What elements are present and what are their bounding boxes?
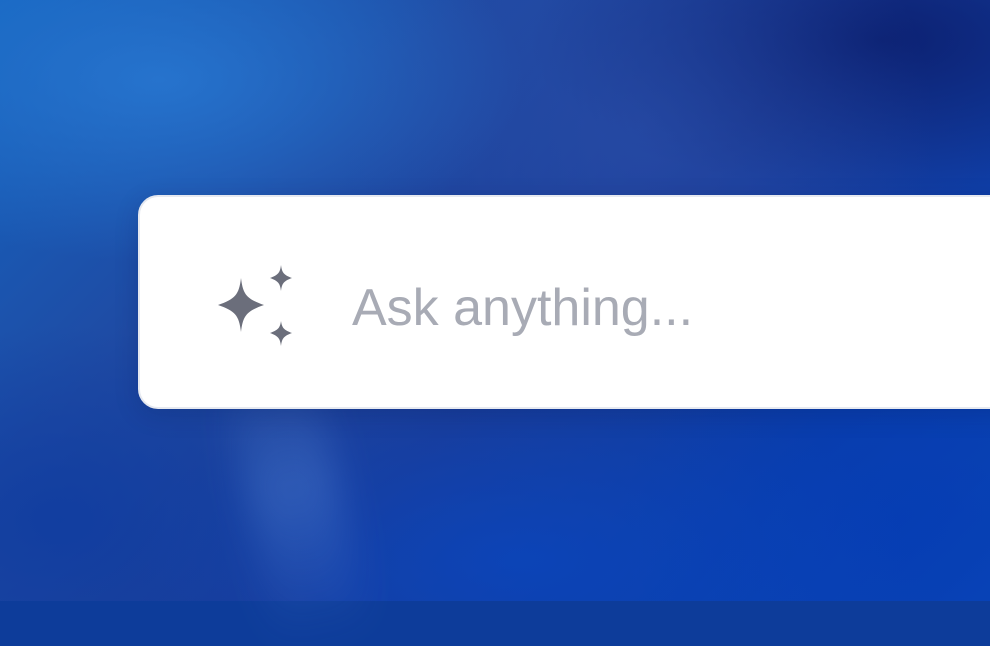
sparkle-large-star — [218, 278, 264, 332]
sparkle-small-star-top — [270, 265, 292, 291]
sparkles-icon — [218, 265, 292, 346]
sparkle-small-star-bottom — [270, 321, 292, 346]
ask-anything-input[interactable] — [352, 270, 912, 346]
